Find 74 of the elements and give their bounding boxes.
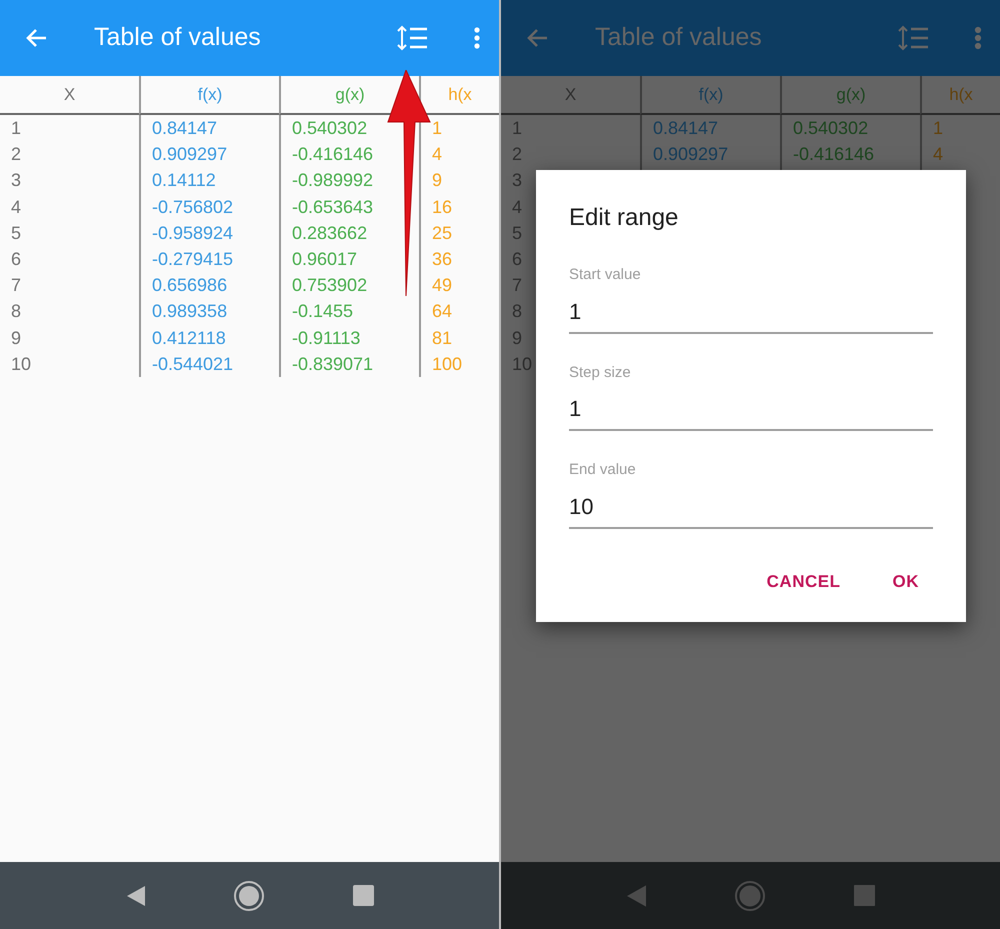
input-field[interactable]: 10	[569, 482, 933, 528]
table-cell: 0.753902	[292, 275, 368, 296]
dialog-button[interactable]: OK	[878, 560, 933, 602]
table-cell: 64	[432, 301, 452, 322]
table-cell: 100	[432, 354, 462, 374]
column-header[interactable]: f(x)	[198, 82, 222, 108]
table-cell: 4	[11, 196, 22, 217]
table-cell: -0.989992	[292, 170, 374, 190]
table-cell: 4	[432, 144, 442, 164]
table-cell: 0.96017	[292, 248, 358, 269]
table-cell: 1	[933, 118, 944, 138]
screen-title: Table of values	[94, 22, 262, 54]
back-arrow-icon[interactable]	[24, 27, 48, 49]
table-cell: 4	[933, 144, 944, 164]
table-cell: 0.84147	[653, 118, 718, 138]
table-cell: 3	[11, 170, 22, 190]
table-cell: 0.84147	[152, 118, 218, 138]
table-cell: 16	[432, 196, 452, 217]
table-cell: 81	[432, 328, 452, 348]
line-spacing-icon[interactable]	[397, 25, 427, 51]
table-cell: -0.279415	[152, 248, 234, 269]
field-label: Start value	[569, 265, 642, 285]
field-label: End value	[569, 460, 637, 480]
table-cell: 0.989358	[152, 301, 228, 322]
screen-title: Table of values	[595, 22, 763, 54]
table-cell: 9	[432, 170, 442, 190]
table-cell: -0.958924	[152, 222, 234, 243]
table-cell: 8	[11, 301, 22, 322]
field-label: Step size	[569, 362, 632, 382]
input-field[interactable]: 1	[569, 286, 933, 334]
column-header[interactable]: f(x)	[698, 82, 724, 108]
back-icon[interactable]	[626, 884, 646, 906]
home-icon[interactable]	[233, 880, 265, 912]
column-header[interactable]: X	[64, 82, 76, 108]
table-cell: -0.91113	[292, 328, 360, 348]
table-cell: -0.653643	[292, 196, 374, 217]
table-cell: 0.540302	[292, 118, 368, 138]
table-cell: -0.1455	[292, 301, 354, 322]
table-cell: -0.416146	[793, 144, 874, 164]
dialog-title: Edit range	[569, 203, 680, 233]
table-cell: 0.909297	[653, 144, 728, 164]
table-cell: 0.283662	[292, 222, 368, 243]
table-cell: 10	[11, 354, 32, 374]
table-cell: -0.839071	[292, 354, 374, 374]
table-cell: -0.544021	[152, 354, 234, 374]
table-cell: 5	[11, 222, 22, 243]
table-cell: 36	[432, 248, 452, 269]
column-header[interactable]: g(x)	[836, 82, 866, 108]
menu-icon[interactable]	[974, 26, 982, 50]
table-cell: 1	[432, 118, 442, 138]
table-cell: 0.540302	[793, 118, 868, 138]
home-icon[interactable]	[734, 880, 766, 912]
back-arrow-icon[interactable]	[525, 27, 549, 49]
table-cell: 0.656986	[152, 275, 228, 296]
table-cell: -0.756802	[152, 196, 234, 217]
column-header[interactable]: g(x)	[335, 82, 365, 108]
table-cell: 1	[11, 118, 22, 138]
dialog-button[interactable]: CANCEL	[752, 560, 854, 602]
table-cell: 0.14112	[152, 170, 216, 190]
back-icon[interactable]	[125, 884, 145, 906]
menu-icon[interactable]	[473, 26, 481, 50]
table-cell: 0.412118	[152, 328, 226, 348]
table-cell: 6	[11, 248, 22, 269]
table-cell: -0.416146	[292, 144, 374, 164]
table-cell: 7	[11, 275, 22, 296]
table-cell: 49	[432, 275, 452, 296]
column-header[interactable]: h(x	[448, 82, 472, 108]
table-cell: 0.909297	[152, 144, 228, 164]
input-field[interactable]: 1	[569, 384, 933, 431]
table-cell: 9	[11, 328, 22, 348]
column-header[interactable]: h(x	[949, 82, 973, 108]
line-spacing-icon[interactable]	[898, 25, 928, 51]
table-cell: 2	[11, 144, 22, 164]
table-cell: 25	[432, 222, 452, 243]
